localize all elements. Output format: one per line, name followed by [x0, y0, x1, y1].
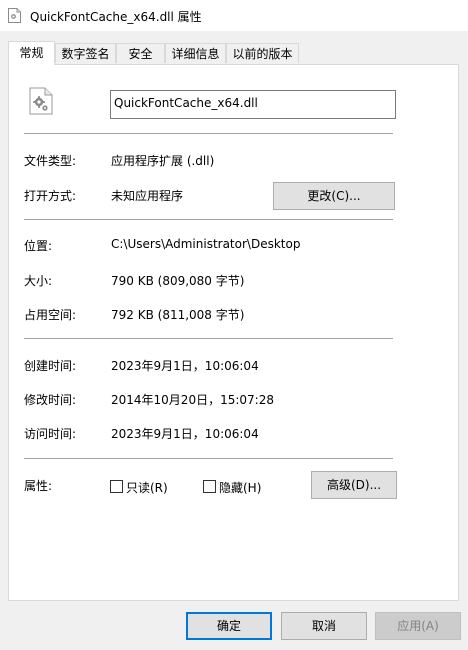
- tab-previous-versions[interactable]: 以前的版本: [226, 43, 299, 63]
- change-button[interactable]: 更改(C)...: [273, 182, 395, 210]
- ok-button[interactable]: 确定: [186, 612, 272, 640]
- modified-value: 2014年10月20日，15:07:28: [111, 393, 274, 407]
- size-on-disk-value: 792 KB (811,008 字节): [111, 308, 245, 322]
- file-type-label: 文件类型:: [24, 154, 77, 168]
- modified-label: 修改时间:: [24, 393, 77, 407]
- hidden-checkbox[interactable]: [203, 480, 216, 493]
- open-with-value: 未知应用程序: [111, 189, 184, 203]
- general-tab-panel: QuickFontCache_x64.dll 文件类型: 应用程序扩展 (.dl…: [8, 64, 459, 601]
- open-with-label: 打开方式:: [24, 189, 77, 203]
- attributes-label: 属性:: [24, 479, 53, 493]
- tab-digital-signatures[interactable]: 数字签名: [55, 43, 116, 63]
- advanced-button[interactable]: 高级(D)...: [311, 471, 397, 499]
- dll-file-icon: [8, 8, 21, 23]
- size-label: 大小:: [24, 274, 53, 288]
- location-label: 位置:: [24, 239, 53, 253]
- separator: [24, 458, 393, 459]
- window-title: QuickFontCache_x64.dll 属性: [30, 10, 202, 24]
- dll-file-icon: [29, 87, 53, 115]
- created-value: 2023年9月1日，10:06:04: [111, 359, 259, 373]
- apply-button[interactable]: 应用(A): [375, 612, 461, 640]
- cancel-button[interactable]: 取消: [281, 612, 367, 640]
- tab-general[interactable]: 常规: [8, 41, 55, 65]
- properties-dialog: QuickFontCache_x64.dll 属性 常规 数字签名 安全 详细信…: [0, 0, 468, 650]
- tab-security[interactable]: 安全: [116, 43, 165, 63]
- separator: [24, 133, 393, 134]
- size-value: 790 KB (809,080 字节): [111, 274, 245, 288]
- created-label: 创建时间:: [24, 359, 77, 373]
- separator: [24, 338, 393, 339]
- hidden-label[interactable]: 隐藏(H): [219, 479, 261, 496]
- tab-details[interactable]: 详细信息: [165, 43, 226, 63]
- tab-strip: 常规 数字签名 安全 详细信息 以前的版本: [8, 41, 460, 65]
- file-type-value: 应用程序扩展 (.dll): [111, 154, 215, 168]
- location-value: C:\Users\Administrator\Desktop: [111, 237, 301, 251]
- size-on-disk-label: 占用空间:: [24, 308, 77, 322]
- readonly-checkbox[interactable]: [110, 480, 123, 493]
- title-bar: QuickFontCache_x64.dll 属性: [0, 0, 468, 31]
- accessed-label: 访问时间:: [24, 427, 77, 441]
- separator: [24, 219, 393, 220]
- file-name-input[interactable]: QuickFontCache_x64.dll: [110, 90, 396, 119]
- accessed-value: 2023年9月1日，10:06:04: [111, 427, 259, 441]
- readonly-label[interactable]: 只读(R): [126, 479, 168, 496]
